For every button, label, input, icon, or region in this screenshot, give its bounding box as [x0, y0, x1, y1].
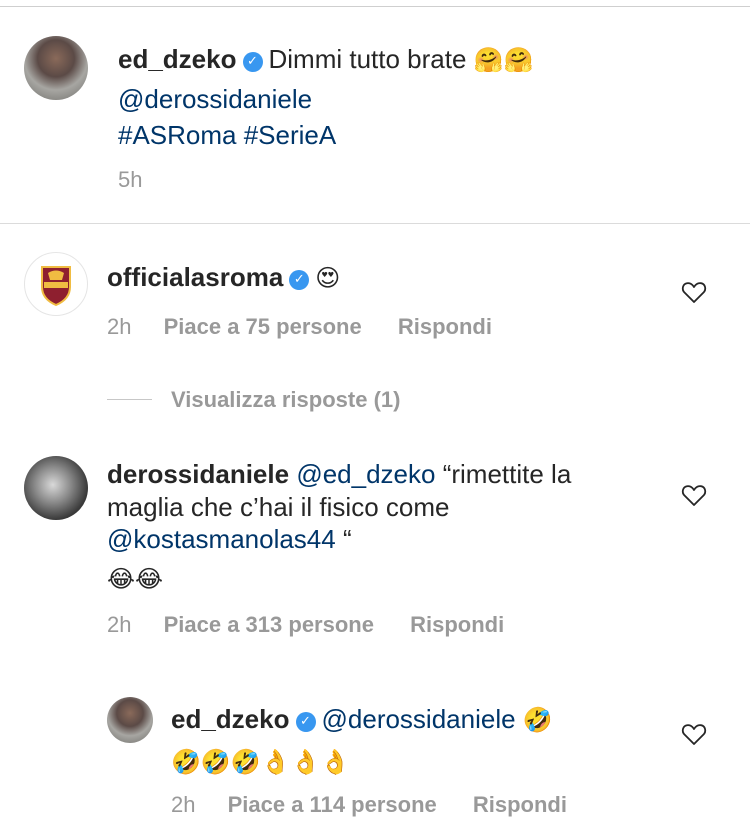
top-divider	[0, 6, 750, 7]
comment-2-username[interactable]: derossidaniele	[107, 459, 289, 489]
comment-2-line-1: derossidaniele @ed_dzeko “rimettite la	[107, 458, 571, 490]
view-replies-button[interactable]: Visualizza risposte (1)	[171, 386, 400, 414]
comment-1-text: 😍	[315, 264, 341, 292]
view-replies-line	[107, 399, 152, 400]
comment-2-text-end: “	[335, 524, 352, 554]
reply-time: 2h	[171, 792, 196, 817]
reply-username[interactable]: ed_dzeko	[171, 704, 290, 734]
caption-hashtags[interactable]: #ASRoma #SerieA	[118, 119, 336, 151]
caption-avatar[interactable]	[24, 36, 88, 100]
comment-1-likes[interactable]: Piace a 75 persone	[164, 314, 362, 339]
reply-meta: 2h Piace a 114 persone Rispondi	[171, 791, 567, 819]
comment-1-time: 2h	[107, 314, 132, 339]
comment-2-mention-2[interactable]: @kostasmanolas44	[107, 524, 336, 554]
comment-2-mention[interactable]: @ed_dzeko	[296, 459, 435, 489]
caption-text: Dimmi tutto brate	[268, 44, 467, 74]
caption-line-1: ed_dzeko ✓ Dimmi tutto brate 🤗🤗	[118, 43, 533, 76]
caption-username[interactable]: ed_dzeko	[118, 44, 237, 74]
reply-mention[interactable]: @derossidaniele	[322, 704, 516, 734]
comment-2-text-line-2: maglia che c’hai il fisico come	[107, 492, 450, 522]
comment-avatar-derossidaniele[interactable]	[24, 456, 88, 520]
verified-badge-icon: ✓	[289, 270, 310, 290]
reply-avatar-ed-dzeko[interactable]	[107, 697, 153, 743]
comment-1-line: officialasroma ✓ 😍	[107, 261, 340, 294]
view-replies-label: Visualizza risposte (1)	[171, 387, 401, 412]
comment-2-emojis: 😂😂	[107, 565, 164, 593]
reply-likes[interactable]: Piace a 114 persone	[228, 792, 437, 817]
like-heart-icon[interactable]	[680, 720, 708, 748]
verified-badge-icon: ✓	[295, 712, 316, 732]
verified-badge-icon: ✓	[242, 52, 263, 72]
comment-1-username[interactable]: officialasroma	[107, 262, 283, 292]
comment-2-reply-button[interactable]: Rispondi	[410, 612, 504, 637]
comment-1-reply-button[interactable]: Rispondi	[398, 314, 492, 339]
comment-2-text-line-1: “rimettite la	[442, 459, 572, 489]
asroma-crest-icon	[41, 266, 71, 307]
caption-mention[interactable]: @derossidaniele	[118, 83, 312, 115]
comment-2-meta: 2h Piace a 313 persone Rispondi	[107, 611, 504, 639]
comment-1-meta: 2h Piace a 75 persone Rispondi	[107, 313, 492, 341]
reply-reply-button[interactable]: Rispondi	[473, 792, 567, 817]
reply-line-1: ed_dzeko ✓ @derossidaniele 🤣	[171, 703, 553, 736]
comment-avatar-officialasroma[interactable]	[24, 252, 88, 316]
caption-time: 5h	[118, 167, 143, 192]
like-heart-icon[interactable]	[680, 481, 708, 509]
comment-2-likes[interactable]: Piace a 313 persone	[164, 612, 374, 637]
caption-divider	[0, 223, 750, 224]
like-heart-icon[interactable]	[680, 278, 708, 306]
reply-emoji-inline: 🤣	[522, 706, 553, 734]
comment-2-line-3: @kostasmanolas44 “	[107, 523, 352, 555]
comment-2-time: 2h	[107, 612, 132, 637]
caption-emojis: 🤗🤗	[473, 46, 534, 74]
reply-emojis: 🤣🤣🤣👌👌👌	[171, 748, 351, 776]
